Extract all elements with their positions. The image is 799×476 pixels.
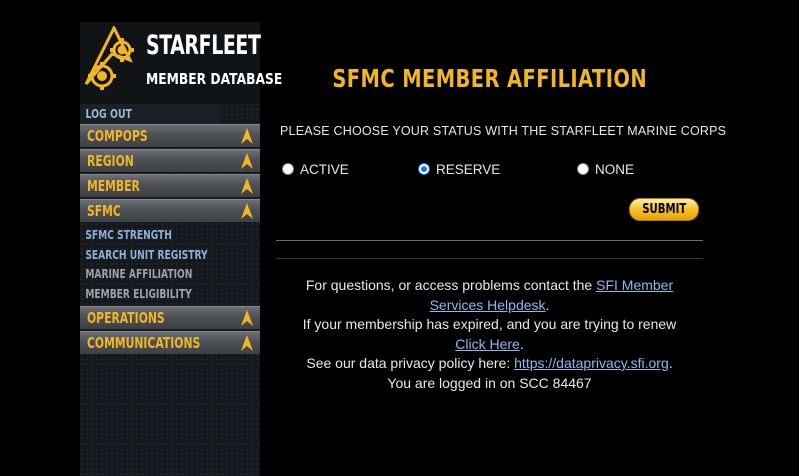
- radio-active-label: ACTIVE: [300, 161, 349, 177]
- sidebar: STARFLEET MEMBER DATABASE LOG OUT COMPOP…: [80, 22, 282, 476]
- logo-title: STARFLEET: [146, 30, 261, 61]
- menu-item-communications[interactable]: COMMUNICATIONS: [80, 331, 260, 354]
- renew-text: If your membership has expired, and you …: [302, 316, 677, 332]
- radio-reserve-circle[interactable]: [418, 163, 430, 175]
- menu-item-operations[interactable]: OPERATIONS: [80, 306, 260, 329]
- radio-none[interactable]: NONE: [577, 161, 634, 177]
- radio-reserve[interactable]: RESERVE: [418, 161, 500, 177]
- footer: For questions, or access problems contac…: [276, 276, 703, 393]
- menu-item-compops[interactable]: COMPOPS: [80, 124, 260, 147]
- logo-subtitle: MEMBER DATABASE: [146, 70, 283, 88]
- menu-label: SFMC: [87, 202, 121, 220]
- privacy-line: See our data privacy policy here: https:…: [306, 355, 673, 371]
- starfleet-delta-icon: [241, 203, 253, 219]
- menu-label: COMPOPS: [87, 127, 148, 145]
- footer-contact-line-2: Services Helpdesk.: [429, 296, 550, 313]
- menu-label: COMMUNICATIONS: [87, 334, 201, 352]
- menu-item-sfmc[interactable]: SFMC: [80, 199, 260, 222]
- status-question: PLEASE CHOOSE YOUR STATUS WITH THE STARF…: [280, 124, 727, 138]
- radio-reserve-label: RESERVE: [436, 161, 501, 177]
- menu-item-member[interactable]: MEMBER: [80, 174, 260, 197]
- gears-emblem-icon: [84, 26, 134, 90]
- privacy-link[interactable]: https://dataprivacy.sfi.org: [514, 355, 669, 371]
- radio-active-circle[interactable]: [282, 163, 294, 175]
- menu-label: MEMBER: [87, 177, 140, 195]
- starfleet-delta-icon: [241, 128, 253, 144]
- starfleet-delta-icon: [241, 310, 253, 326]
- submit-button[interactable]: SUBMIT: [629, 198, 699, 221]
- submenu-member-eligibility[interactable]: MEMBER ELIGIBILITY: [80, 285, 217, 305]
- starfleet-delta-icon: [241, 153, 253, 169]
- radio-none-circle[interactable]: [577, 163, 589, 175]
- radio-active[interactable]: ACTIVE: [282, 161, 349, 177]
- page-title: SFMC MEMBER AFFILIATION: [332, 64, 648, 93]
- helpdesk-link-continued[interactable]: Services Helpdesk: [430, 297, 546, 313]
- divider: [276, 240, 703, 241]
- logged-in-status: You are logged in on SCC 84467: [387, 374, 592, 391]
- footer-contact-line: For questions, or access problems contac…: [305, 277, 674, 293]
- menu-label: OPERATIONS: [87, 309, 165, 327]
- submenu-sfmc-strength[interactable]: SFMC STRENGTH: [80, 226, 217, 246]
- starfleet-delta-icon: [241, 178, 253, 194]
- radio-none-label: NONE: [595, 161, 635, 177]
- menu-label: REGION: [87, 152, 134, 170]
- helpdesk-link[interactable]: SFI Member: [596, 277, 673, 293]
- divider: [276, 258, 703, 259]
- starfleet-delta-icon: [241, 335, 253, 351]
- click-here-link[interactable]: Click Here: [455, 336, 520, 352]
- sfmc-submenu: SFMC STRENGTH SEARCH UNIT REGISTRY MARIN…: [80, 224, 260, 306]
- menu-item-region[interactable]: REGION: [80, 149, 260, 172]
- renew-line: Click Here.: [455, 335, 524, 352]
- submenu-marine-affiliation[interactable]: MARINE AFFILIATION: [80, 265, 217, 285]
- logo[interactable]: STARFLEET MEMBER DATABASE: [80, 22, 282, 104]
- submenu-search-unit-registry[interactable]: SEARCH UNIT REGISTRY: [80, 246, 217, 266]
- logout-link[interactable]: LOG OUT: [80, 104, 221, 124]
